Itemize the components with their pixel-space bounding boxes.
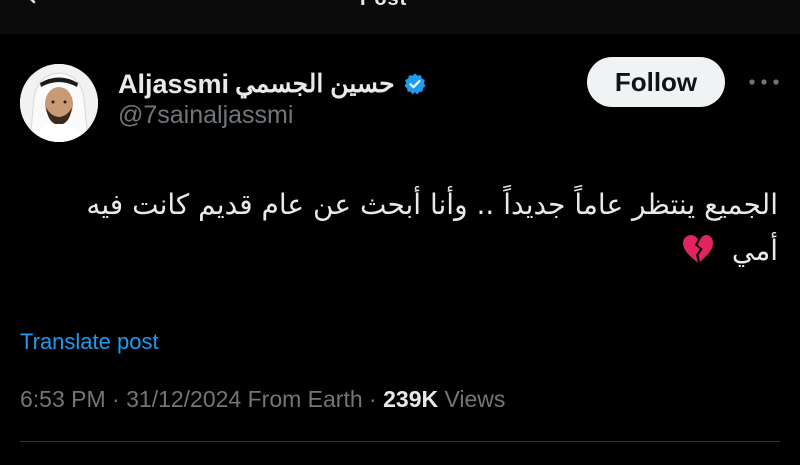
more-options-icon[interactable]: [744, 72, 784, 92]
post-time[interactable]: 6:53 PM: [20, 386, 106, 412]
avatar-image: [20, 64, 98, 142]
views-count[interactable]: 239K: [383, 386, 438, 412]
views-label: Views: [444, 386, 506, 412]
author-handle[interactable]: @7sainaljassmi: [118, 101, 293, 130]
top-bar: Post: [0, 0, 800, 34]
divider: [20, 441, 780, 442]
broken-heart-icon: [682, 235, 713, 263]
post-source: From Earth: [247, 386, 363, 412]
tweet-line-2: أمي: [40, 228, 778, 274]
meta-separator: ·: [369, 386, 377, 412]
author-name-row[interactable]: Aljassmi حسين الجسمي: [118, 66, 427, 102]
author-name-arabic[interactable]: حسين الجسمي: [235, 69, 395, 99]
translate-post-link[interactable]: Translate post: [20, 329, 159, 355]
post-meta: 6:53 PM · 31/12/2024 From Earth · 239K V…: [20, 386, 505, 413]
meta-separator: ·: [112, 386, 120, 412]
tweet-line-2-text: أمي: [731, 234, 778, 267]
post-date[interactable]: 31/12/2024: [126, 386, 241, 412]
page-title: Post: [360, 0, 407, 11]
author-name-latin[interactable]: Aljassmi: [118, 69, 229, 100]
avatar[interactable]: [20, 64, 98, 142]
follow-button[interactable]: Follow: [587, 57, 725, 107]
back-arrow-icon[interactable]: [24, 0, 44, 6]
tweet-text: الجميع ينتظر عاماً جديداً .. وأنا أبحث ع…: [40, 182, 778, 274]
tweet-line-1: الجميع ينتظر عاماً جديداً .. وأنا أبحث ع…: [86, 188, 778, 221]
verified-badge-icon: [404, 73, 426, 95]
